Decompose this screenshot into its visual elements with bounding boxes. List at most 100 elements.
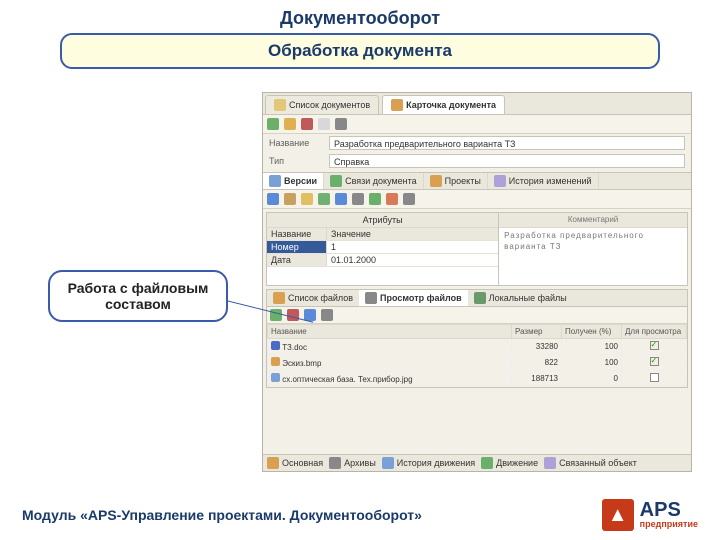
lock-icon[interactable] bbox=[301, 118, 313, 130]
ftab-list[interactable]: Список файлов bbox=[267, 290, 359, 306]
grid-value[interactable]: 01.01.2000 bbox=[327, 254, 498, 266]
slide-footer: Модуль «APS-Управление проектами. Докуме… bbox=[0, 490, 720, 540]
table-row[interactable]: сх.оптическая база. Тех.прибор.jpg 18871… bbox=[268, 371, 687, 387]
checkin-icon[interactable] bbox=[386, 193, 398, 205]
archive-icon bbox=[329, 457, 341, 469]
ftab-preview[interactable]: Просмотр файлов bbox=[359, 290, 468, 306]
file-size: 188713 bbox=[512, 371, 562, 387]
app-window: Список документов Карточка документа Наз… bbox=[262, 92, 692, 472]
type-input[interactable]: Справка bbox=[329, 154, 685, 168]
type-label: Тип bbox=[269, 156, 325, 166]
tab-document-list[interactable]: Список документов bbox=[265, 95, 379, 114]
grid-row-number[interactable]: Номер 1 bbox=[267, 241, 498, 254]
ftab-label: Локальные файлы bbox=[489, 293, 567, 303]
btab-movement[interactable]: Движение bbox=[481, 457, 538, 469]
page-icon[interactable] bbox=[318, 118, 330, 130]
file-percent: 0 bbox=[562, 371, 622, 387]
save-icon[interactable] bbox=[267, 193, 279, 205]
col-size[interactable]: Размер bbox=[512, 325, 562, 339]
disk-icon[interactable] bbox=[335, 193, 347, 205]
linked-icon bbox=[544, 457, 556, 469]
ftab-label: Список файлов bbox=[288, 293, 353, 303]
tab-label: Список документов bbox=[289, 100, 370, 110]
callout-bubble: Работа с файловым составом bbox=[48, 270, 228, 322]
subtab-label: Связи документа bbox=[345, 176, 417, 186]
export-icon[interactable] bbox=[403, 193, 415, 205]
files-panel: Список файлов Просмотр файлов Локальные … bbox=[266, 289, 688, 388]
logo: ▲ APS предприятие bbox=[602, 499, 698, 531]
subtab-label: Версии bbox=[284, 176, 317, 186]
col-preview[interactable]: Для просмотра bbox=[622, 325, 687, 339]
col-percent[interactable]: Получен (%) bbox=[562, 325, 622, 339]
new-icon[interactable] bbox=[267, 118, 279, 130]
name-input[interactable]: Разработка предварительного варианта ТЗ bbox=[329, 136, 685, 150]
tab-document-card[interactable]: Карточка документа bbox=[382, 95, 505, 114]
btab-label: Основная bbox=[282, 458, 323, 468]
bmp-icon bbox=[271, 357, 280, 366]
footer-text: Модуль «APS-Управление проектами. Докуме… bbox=[22, 507, 422, 523]
preview-checkbox[interactable] bbox=[650, 373, 659, 382]
comment-panel: Комментарий Разработка предварительного … bbox=[499, 213, 687, 285]
subtab-history[interactable]: История изменений bbox=[488, 173, 599, 189]
subtab-projects[interactable]: Проекты bbox=[424, 173, 488, 189]
comment-text: Разработка предварительного варианта ТЗ bbox=[504, 231, 682, 252]
btab-main[interactable]: Основная bbox=[267, 457, 323, 469]
grid-header-row: Название Значение bbox=[267, 228, 498, 241]
list-icon bbox=[273, 292, 285, 304]
grid-value[interactable]: 1 bbox=[327, 241, 498, 253]
btab-move-history[interactable]: История движения bbox=[382, 457, 475, 469]
checkout-icon[interactable] bbox=[369, 193, 381, 205]
subtabs: Версии Связи документа Проекты История и… bbox=[263, 172, 691, 190]
user-icon[interactable] bbox=[301, 193, 313, 205]
print-icon[interactable] bbox=[284, 193, 296, 205]
refresh-icon[interactable] bbox=[335, 118, 347, 130]
jpg-icon bbox=[271, 373, 280, 382]
file-name: сх.оптическая база. Тех.прибор.jpg bbox=[282, 375, 412, 384]
grid-row-date[interactable]: Дата 01.01.2000 bbox=[267, 254, 498, 267]
copy-icon[interactable] bbox=[318, 193, 330, 205]
btab-archives[interactable]: Архивы bbox=[329, 457, 376, 469]
file-size: 822 bbox=[512, 355, 562, 371]
files-table: Название Размер Получен (%) Для просмотр… bbox=[267, 324, 687, 387]
movehist-icon bbox=[382, 457, 394, 469]
field-name-row: Название Разработка предварительного вар… bbox=[263, 134, 691, 152]
main-icon bbox=[267, 457, 279, 469]
logo-mark-icon: ▲ bbox=[602, 499, 634, 531]
name-label: Название bbox=[269, 138, 325, 148]
file-size: 33280 bbox=[512, 339, 562, 355]
ftab-local[interactable]: Локальные файлы bbox=[468, 290, 573, 306]
upload-icon[interactable] bbox=[321, 309, 333, 321]
preview-checkbox[interactable] bbox=[650, 357, 659, 366]
back-icon[interactable] bbox=[352, 193, 364, 205]
list-icon bbox=[274, 99, 286, 111]
logo-subtext: предприятие bbox=[640, 519, 698, 529]
file-percent: 100 bbox=[562, 339, 622, 355]
table-header-row: Название Размер Получен (%) Для просмотр… bbox=[268, 325, 687, 339]
file-tabs: Список файлов Просмотр файлов Локальные … bbox=[267, 290, 687, 307]
subtab-versions[interactable]: Версии bbox=[263, 173, 324, 189]
field-type-row: Тип Справка bbox=[263, 152, 691, 170]
btab-label: Движение bbox=[496, 458, 538, 468]
subtab-links[interactable]: Связи документа bbox=[324, 173, 424, 189]
ftab-label: Просмотр файлов bbox=[380, 293, 462, 303]
history-icon bbox=[494, 175, 506, 187]
table-row[interactable]: ТЗ.doc 33280 100 bbox=[268, 339, 687, 355]
page-title: Документооборот bbox=[0, 0, 720, 33]
project-icon bbox=[430, 175, 442, 187]
open-icon[interactable] bbox=[284, 118, 296, 130]
file-percent: 100 bbox=[562, 355, 622, 371]
comment-header: Комментарий bbox=[499, 213, 687, 228]
link-icon bbox=[330, 175, 342, 187]
grid-label: Номер bbox=[267, 241, 327, 253]
btab-linked[interactable]: Связанный объект bbox=[544, 457, 637, 469]
preview-checkbox[interactable] bbox=[650, 341, 659, 350]
files-toolbar bbox=[267, 307, 687, 324]
btab-label: История движения bbox=[397, 458, 475, 468]
main-toolbar bbox=[263, 115, 691, 134]
btab-label: Архивы bbox=[344, 458, 376, 468]
card-icon bbox=[391, 99, 403, 111]
version-icon bbox=[269, 175, 281, 187]
table-row[interactable]: Эскиз.bmp 822 100 bbox=[268, 355, 687, 371]
version-toolbar bbox=[263, 190, 691, 209]
grid-col-name: Название bbox=[267, 228, 327, 240]
